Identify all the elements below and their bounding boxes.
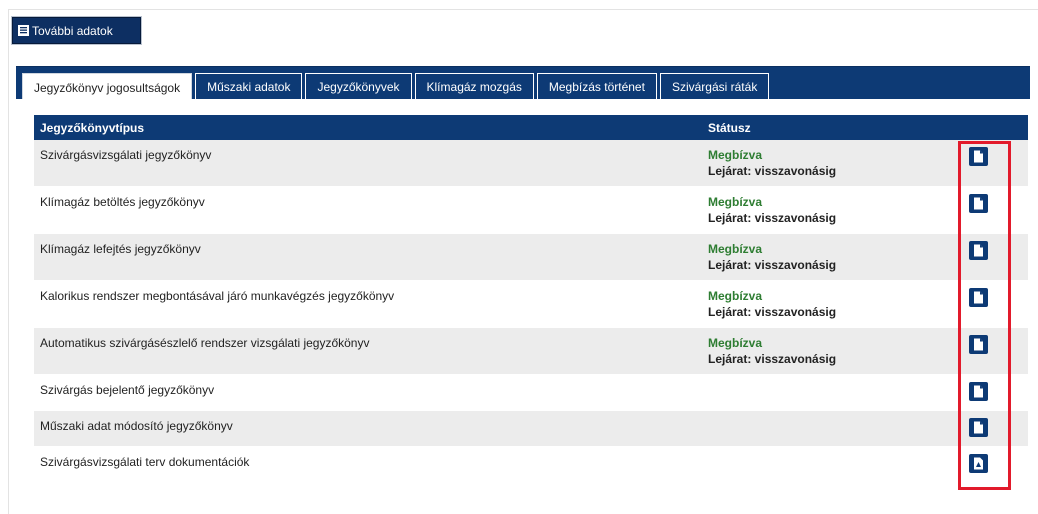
record-type-cell: Kalorikus rendszer megbontásával járó mu… bbox=[34, 280, 702, 328]
table-row: Szivárgásvizsgálati jegyzőkönyv Megbízva L… bbox=[34, 140, 1028, 187]
tab-technical-data[interactable]: Műszaki adatok bbox=[195, 73, 303, 99]
open-document-button[interactable] bbox=[969, 288, 988, 307]
open-document-button[interactable] bbox=[969, 382, 988, 401]
status-label: Megbízva bbox=[708, 289, 763, 303]
column-header-actions bbox=[962, 115, 1028, 140]
tab-assignment-history[interactable]: Megbízás történet bbox=[536, 73, 657, 99]
status-cell: Megbízva Lejárat: visszavonásig bbox=[702, 233, 962, 281]
table-row: Műszaki adat módosító jegyzőkönyv bbox=[34, 410, 1028, 447]
record-type-cell: Szivárgásvizsgálati jegyzőkönyv bbox=[34, 140, 702, 187]
actions-cell bbox=[962, 280, 1028, 328]
status-label: Megbízva bbox=[708, 148, 763, 162]
open-document-button[interactable] bbox=[969, 241, 988, 260]
expiry-label: Lejárat: visszavonásig bbox=[708, 258, 837, 272]
record-type-cell: Szivárgásvizsgálati terv dokumentációk bbox=[34, 446, 702, 483]
actions-cell bbox=[962, 140, 1028, 187]
expiry-label: Lejárat: visszavonásig bbox=[708, 164, 837, 178]
status-cell: Megbízva Lejárat: visszavonásig bbox=[702, 327, 962, 375]
table-header-row: Jegyzőkönyvtípus Státusz bbox=[34, 115, 1028, 140]
open-pdf-button[interactable] bbox=[969, 454, 988, 473]
status-cell: Megbízva Lejárat: visszavonásig bbox=[702, 140, 962, 187]
table-row: Kalorikus rendszer megbontásával járó mu… bbox=[34, 280, 1028, 328]
record-type-cell: Műszaki adat módosító jegyzőkönyv bbox=[34, 410, 702, 447]
status-cell bbox=[702, 410, 962, 447]
tab-records[interactable]: Jegyzőkönyvek bbox=[305, 73, 412, 99]
record-type-label: Szivárgásvizsgálati jegyzőkönyv bbox=[40, 148, 212, 162]
table-row: Klímagáz betöltés jegyzőkönyv Megbízva Lej… bbox=[34, 186, 1028, 234]
record-type-label: Műszaki adat módosító jegyzőkönyv bbox=[40, 419, 233, 433]
actions-cell bbox=[962, 327, 1028, 375]
document-icon bbox=[973, 421, 984, 434]
list-icon bbox=[18, 25, 29, 36]
status-label: Megbízva bbox=[708, 336, 763, 350]
document-icon bbox=[973, 197, 984, 210]
table-row: Automatikus szivárgásészlelő rendszer vi… bbox=[34, 327, 1028, 375]
expiry-label: Lejárat: visszavonásig bbox=[708, 211, 837, 225]
table-row: Szivárgásvizsgálati terv dokumentációk bbox=[34, 446, 1028, 483]
status-cell: Megbízva Lejárat: visszavonásig bbox=[702, 280, 962, 328]
status-cell bbox=[702, 446, 962, 483]
actions-cell bbox=[962, 410, 1028, 447]
record-type-cell: Szivárgás bejelentő jegyzőkönyv bbox=[34, 374, 702, 411]
tab-permissions[interactable]: Jegyzőkönyv jogosultságok bbox=[22, 73, 193, 101]
open-document-button[interactable] bbox=[969, 418, 988, 437]
record-type-label: Szivárgás bejelentő jegyzőkönyv bbox=[40, 383, 215, 397]
document-icon bbox=[973, 385, 984, 398]
document-icon bbox=[973, 338, 984, 351]
tab-refrigerant-movement[interactable]: Klímagáz mozgás bbox=[414, 73, 534, 99]
record-type-label: Szivárgásvizsgálati terv dokumentációk bbox=[40, 455, 250, 469]
more-data-button[interactable]: További adatok bbox=[12, 17, 141, 44]
status-label: Megbízva bbox=[708, 195, 763, 209]
status-cell: Megbízva Lejárat: visszavonásig bbox=[702, 186, 962, 234]
open-document-button[interactable] bbox=[969, 147, 988, 166]
record-type-label: Kalorikus rendszer megbontásával járó mu… bbox=[40, 289, 395, 303]
column-header-status: Státusz bbox=[702, 115, 962, 140]
record-type-cell: Klímagáz betöltés jegyzőkönyv bbox=[34, 186, 702, 234]
open-document-button[interactable] bbox=[969, 335, 988, 354]
record-types-table: Jegyzőkönyvtípus Státusz Szivárgásvizsgá… bbox=[34, 115, 1028, 483]
document-icon bbox=[973, 291, 984, 304]
record-type-cell: Automatikus szivárgásészlelő rendszer vi… bbox=[34, 327, 702, 375]
actions-cell bbox=[962, 233, 1028, 281]
column-header-type: Jegyzőkönyvtípus bbox=[34, 115, 702, 140]
expiry-label: Lejárat: visszavonásig bbox=[708, 352, 837, 366]
table-row: Klímagáz lefejtés jegyzőkönyv Megbízva Lej… bbox=[34, 233, 1028, 281]
open-document-button[interactable] bbox=[969, 194, 988, 213]
tab-leak-rates[interactable]: Szivárgási ráták bbox=[659, 73, 770, 99]
status-label: Megbízva bbox=[708, 242, 763, 256]
record-type-label: Klímagáz betöltés jegyzőkönyv bbox=[40, 195, 205, 209]
table-row: Szivárgás bejelentő jegyzőkönyv bbox=[34, 374, 1028, 411]
more-data-label: További adatok bbox=[32, 23, 113, 38]
record-type-cell: Klímagáz lefejtés jegyzőkönyv bbox=[34, 233, 702, 281]
top-divider bbox=[8, 9, 1038, 10]
actions-cell bbox=[962, 186, 1028, 234]
pdf-icon bbox=[973, 457, 984, 470]
status-cell bbox=[702, 374, 962, 411]
record-type-label: Automatikus szivárgásészlelő rendszer vi… bbox=[40, 336, 370, 350]
actions-cell bbox=[962, 446, 1028, 483]
document-icon bbox=[973, 244, 984, 257]
document-icon bbox=[973, 150, 984, 163]
left-divider bbox=[8, 10, 9, 514]
actions-cell bbox=[962, 374, 1028, 411]
expiry-label: Lejárat: visszavonásig bbox=[708, 305, 837, 319]
tab-bar: Jegyzőkönyv jogosultságok Műszaki adatok… bbox=[16, 66, 1030, 101]
record-type-label: Klímagáz lefejtés jegyzőkönyv bbox=[40, 242, 201, 256]
